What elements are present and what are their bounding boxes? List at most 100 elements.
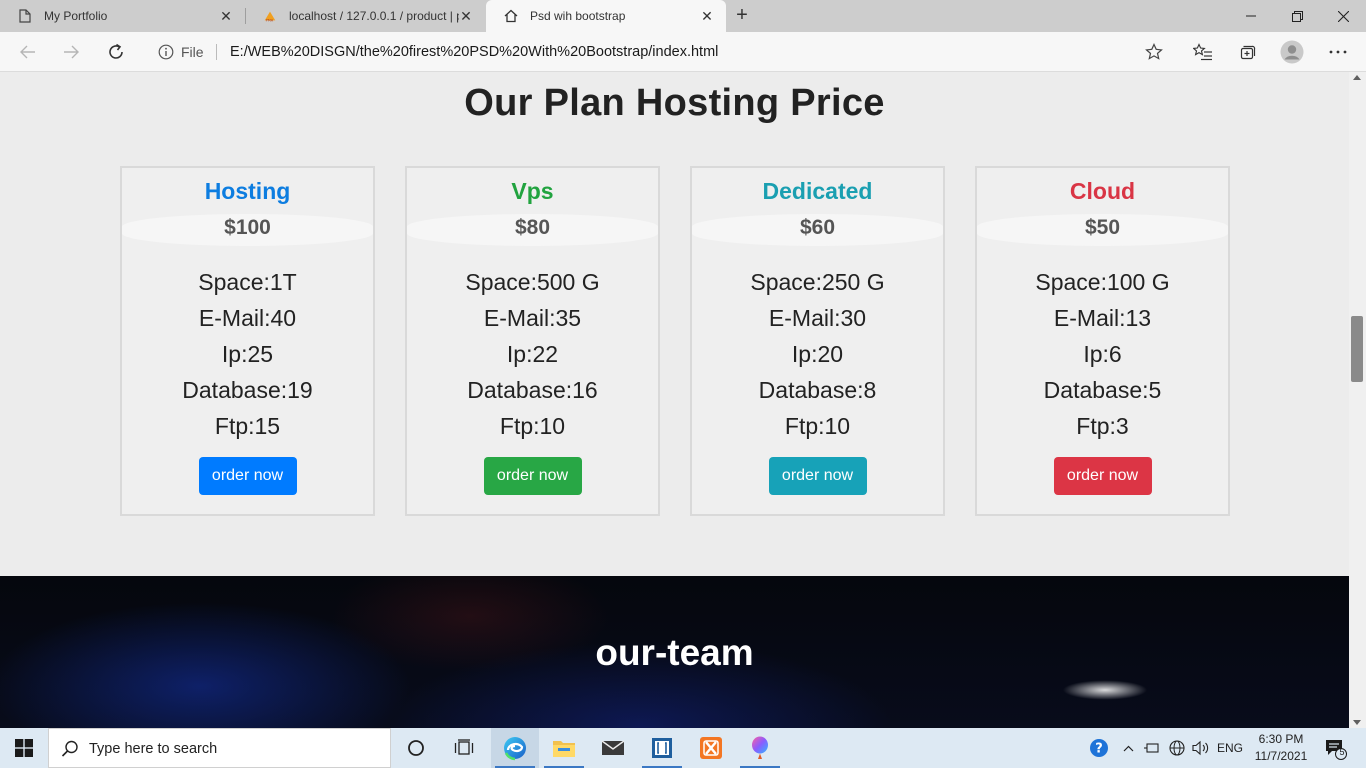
pricing-section-title: Our Plan Hosting Price	[464, 82, 885, 124]
forward-button[interactable]	[57, 38, 85, 66]
page-viewport: Our Plan Hosting Price Hosting $100 Spac…	[0, 72, 1349, 728]
plan-feature: E-Mail:35	[483, 305, 582, 331]
chevron-up-icon[interactable]	[1120, 728, 1136, 768]
url-divider	[216, 44, 217, 60]
plan-feature: Ip:25	[221, 341, 274, 367]
plan-features: Space:100 G E-Mail:13 Ip:6 Database:5 Ft…	[977, 264, 1228, 444]
close-icon[interactable]: ✕	[700, 9, 714, 23]
svg-text:?: ?	[1095, 742, 1103, 757]
plan-feature: Database:19	[182, 377, 313, 403]
search-placeholder: Type here to search	[89, 741, 218, 757]
plan-feature: Space:1T	[198, 269, 297, 295]
scroll-down-arrow-icon[interactable]	[1353, 720, 1361, 725]
favorites-list-icon[interactable]	[1192, 41, 1214, 63]
address-bar: File E:/WEB%20DISGN/the%20firest%20PSD%2…	[0, 32, 1366, 72]
taskbar-edge[interactable]	[491, 728, 539, 768]
plan-card-cloud: Cloud $50 Space:100 G E-Mail:13 Ip:6 Dat…	[975, 166, 1230, 516]
refresh-button[interactable]	[102, 38, 130, 66]
power-plug-icon[interactable]	[1142, 728, 1162, 768]
back-button[interactable]	[14, 38, 42, 66]
close-window-button[interactable]	[1320, 0, 1366, 32]
xampp-icon	[700, 737, 722, 759]
plan-card-hosting: Hosting $100 Space:1T E-Mail:40 Ip:25 Da…	[120, 166, 375, 516]
plan-feature: E-Mail:13	[1053, 305, 1152, 331]
task-view-button[interactable]	[440, 728, 488, 768]
tab-my-portfolio[interactable]: My Portfolio ✕	[0, 0, 245, 32]
cortana-icon	[408, 740, 424, 756]
plan-feature: Ftp:3	[1076, 413, 1129, 439]
info-icon[interactable]	[158, 44, 174, 60]
plan-name: Vps	[511, 178, 554, 204]
tab-title: My Portfolio	[44, 9, 108, 23]
more-menu-icon[interactable]	[1327, 41, 1349, 63]
plan-name: Cloud	[1069, 178, 1136, 204]
search-icon	[61, 740, 79, 758]
balloon-icon	[752, 736, 768, 759]
taskbar-app-bracket[interactable]	[638, 728, 686, 768]
plan-price: $80	[514, 216, 551, 239]
plan-price: $100	[224, 216, 271, 239]
plan-card-dedicated: Dedicated $60 Space:250 G E-Mail:30 Ip:2…	[690, 166, 945, 516]
taskbar-search-box[interactable]: Type here to search	[48, 728, 391, 768]
team-section: our-team	[0, 576, 1349, 728]
plan-features: Space:1T E-Mail:40 Ip:25 Database:19 Ftp…	[122, 264, 373, 444]
order-now-button[interactable]: order now	[483, 457, 582, 495]
windows-logo-icon	[15, 739, 33, 757]
url-text[interactable]: E:/WEB%20DISGN/the%20firest%20PSD%20With…	[230, 44, 718, 60]
tab-title: localhost / 127.0.0.1 / product | p	[289, 9, 459, 23]
phpmyadmin-icon: PMA	[263, 9, 277, 23]
network-globe-icon[interactable]	[1166, 728, 1188, 768]
start-button[interactable]	[0, 728, 48, 768]
close-icon[interactable]: ✕	[219, 9, 233, 23]
tab-bar: My Portfolio ✕ PMA localhost / 127.0.0.1…	[0, 0, 1366, 32]
plan-features: Space:250 G E-Mail:30 Ip:20 Database:8 F…	[692, 264, 943, 444]
page-icon	[18, 9, 32, 23]
plan-feature: Database:5	[1043, 377, 1162, 403]
system-clock[interactable]: 6:30 PM 11/7/2021	[1252, 731, 1310, 765]
cortana-button[interactable]	[392, 728, 440, 768]
url-scheme-label: File	[181, 44, 204, 60]
plan-price: $50	[1084, 216, 1121, 239]
plan-feature: Space:100 G	[1035, 269, 1170, 295]
order-now-button[interactable]: order now	[198, 457, 297, 495]
plan-price: $60	[799, 216, 836, 239]
plan-card-vps: Vps $80 Space:500 G E-Mail:35 Ip:22 Data…	[405, 166, 660, 516]
page-scrollbar[interactable]	[1349, 72, 1366, 728]
collections-icon[interactable]	[1236, 41, 1258, 63]
plan-feature: E-Mail:30	[768, 305, 867, 331]
bracket-app-icon	[652, 738, 672, 758]
taskbar-paint-app[interactable]	[736, 728, 784, 768]
task-view-icon	[454, 739, 474, 755]
volume-icon[interactable]	[1190, 728, 1212, 768]
tab-psd-bootstrap[interactable]: Psd wih bootstrap ✕	[486, 0, 726, 32]
minimize-button[interactable]	[1228, 0, 1274, 32]
mail-icon	[601, 740, 625, 755]
plan-features: Space:500 G E-Mail:35 Ip:22 Database:16 …	[407, 264, 658, 444]
clock-time: 6:30 PM	[1258, 732, 1304, 746]
edge-icon	[504, 737, 526, 761]
url-field[interactable]: File E:/WEB%20DISGN/the%20firest%20PSD%2…	[144, 36, 1174, 68]
scroll-up-arrow-icon[interactable]	[1353, 75, 1361, 80]
taskbar-file-explorer[interactable]	[540, 728, 588, 768]
order-now-button[interactable]: order now	[1053, 457, 1152, 495]
windows-taskbar: Type here to search ? ENG 6:30 PM 11/7/2…	[0, 728, 1366, 768]
taskbar-xampp[interactable]	[687, 728, 735, 768]
new-tab-button[interactable]: +	[730, 4, 754, 28]
close-icon[interactable]: ✕	[459, 9, 473, 23]
plan-feature: Ip:6	[1083, 341, 1122, 367]
order-now-button[interactable]: order now	[768, 457, 867, 495]
profile-avatar-icon[interactable]	[1280, 40, 1304, 64]
help-tray-icon[interactable]: ?	[1087, 728, 1111, 768]
plan-feature: Ftp:10	[499, 413, 566, 439]
action-center-button[interactable]: 5	[1318, 728, 1352, 768]
favorite-star-icon[interactable]	[1145, 43, 1163, 61]
folder-icon	[553, 741, 575, 757]
tab-localhost[interactable]: PMA localhost / 127.0.0.1 / product | p …	[245, 0, 485, 32]
language-indicator[interactable]: ENG	[1214, 728, 1246, 768]
plan-feature: Ip:20	[791, 341, 844, 367]
scroll-thumb[interactable]	[1351, 316, 1363, 382]
taskbar-mail[interactable]	[589, 728, 637, 768]
restore-button[interactable]	[1274, 0, 1320, 32]
clock-date: 11/7/2021	[1254, 749, 1308, 763]
plan-feature: Space:250 G	[750, 269, 885, 295]
